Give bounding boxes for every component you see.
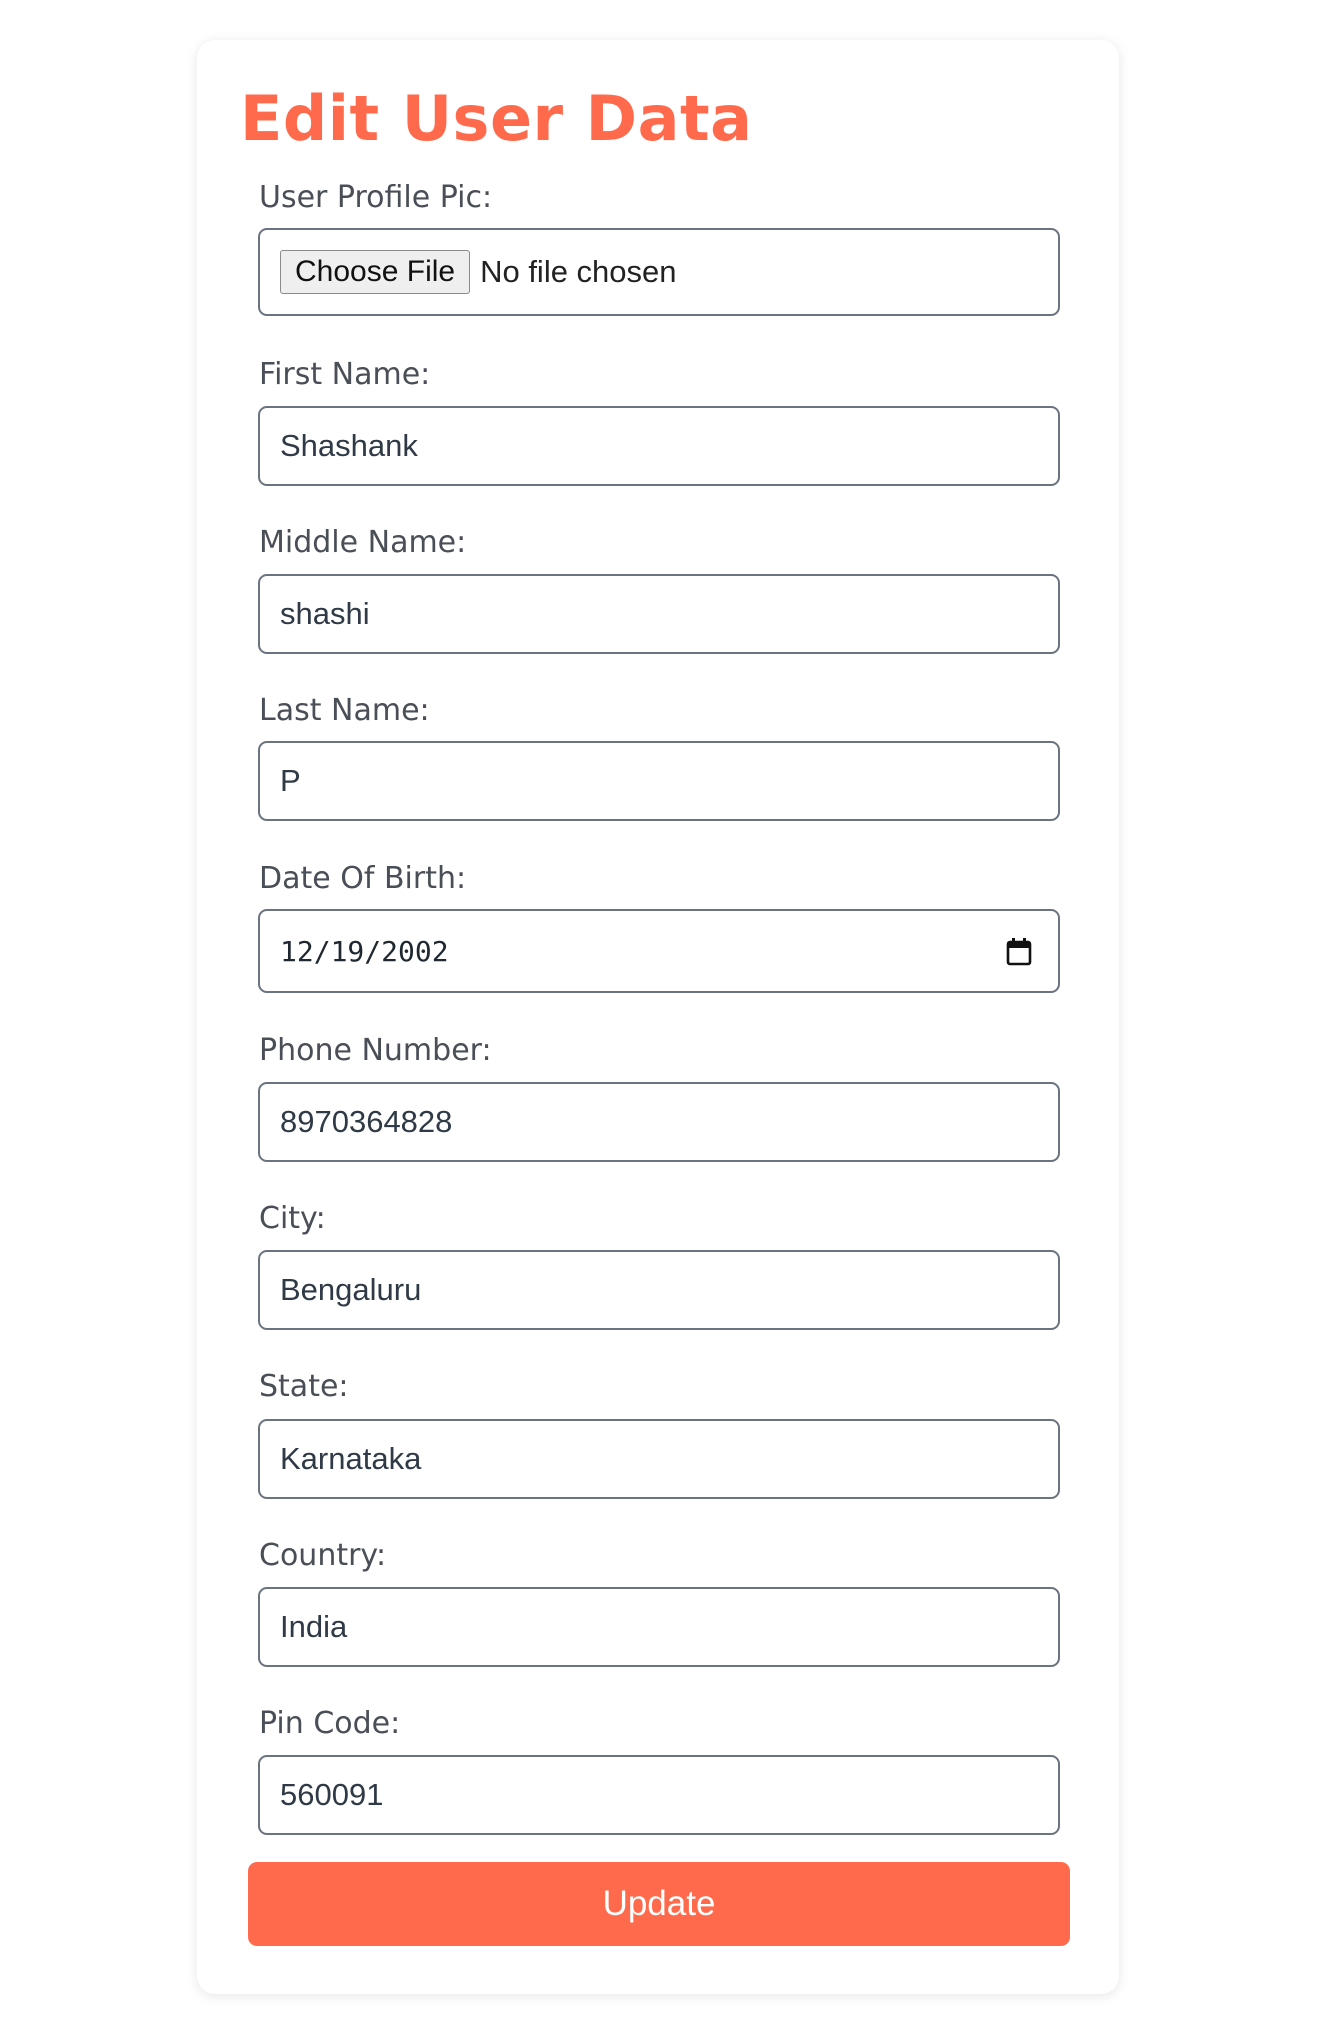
country-label: Country: <box>259 1538 387 1573</box>
phone-value: 8970364828 <box>280 1104 453 1139</box>
city-field[interactable]: Bengaluru <box>258 1250 1060 1330</box>
middle-name-field[interactable]: shashi <box>258 574 1060 654</box>
page-title: Edit User Data <box>240 82 753 155</box>
dob-label: Date Of Birth: <box>259 861 467 896</box>
city-value: Bengaluru <box>280 1272 422 1307</box>
profile-pic-label: User Profile Pic: <box>259 180 493 215</box>
state-label: State: <box>259 1369 349 1404</box>
middle-name-label: Middle Name: <box>259 525 467 560</box>
last-name-label: Last Name: <box>259 693 430 728</box>
edit-user-card <box>197 40 1119 1994</box>
state-field[interactable]: Karnataka <box>258 1419 1060 1499</box>
pin-code-value: 560091 <box>280 1777 384 1812</box>
phone-label: Phone Number: <box>259 1033 492 1068</box>
last-name-field[interactable]: P <box>258 741 1060 821</box>
phone-field[interactable]: 8970364828 <box>258 1082 1060 1162</box>
dob-field[interactable]: 12/19/2002 <box>258 909 1060 993</box>
first-name-label: First Name: <box>259 357 431 392</box>
first-name-field[interactable]: Shashank <box>258 406 1060 486</box>
pin-code-field[interactable]: 560091 <box>258 1755 1060 1835</box>
middle-name-value: shashi <box>280 596 370 631</box>
choose-file-button[interactable]: Choose File <box>280 250 471 294</box>
last-name-value: P <box>280 763 301 798</box>
dob-value: 12/19/2002 <box>280 934 449 968</box>
first-name-value: Shashank <box>280 428 418 463</box>
update-button[interactable]: Update <box>248 1862 1070 1946</box>
calendar-icon[interactable] <box>1006 938 1032 966</box>
country-value: India <box>280 1609 348 1644</box>
country-field[interactable]: India <box>258 1587 1060 1667</box>
profile-pic-input[interactable]: Choose File No file chosen <box>258 228 1060 316</box>
pin-code-label: Pin Code: <box>259 1706 401 1741</box>
file-status-text: No file chosen <box>480 254 677 289</box>
state-value: Karnataka <box>280 1441 422 1476</box>
city-label: City: <box>259 1201 326 1236</box>
